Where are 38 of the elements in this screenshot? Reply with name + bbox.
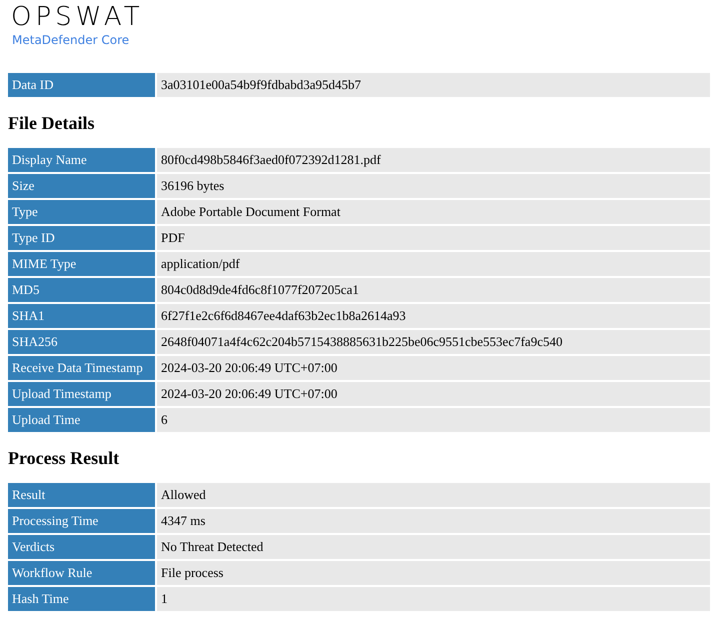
field-value-cell: 2024-03-20 20:06:49 UTC+07:00 — [157, 382, 710, 406]
field-value-cell: File process — [157, 561, 710, 585]
field-value-cell: 4347 ms — [157, 509, 710, 533]
field-value-cell: application/pdf — [157, 252, 710, 276]
field-label-cell: Type ID — [8, 226, 155, 250]
field-label-cell: SHA1 — [8, 304, 155, 328]
field-value-cell: Allowed — [157, 483, 710, 507]
field-value-cell: 2648f04071a4f4c62c204b5715438885631b225be06c9551cbe553ec7fa9c540 — [157, 330, 710, 354]
logo: OPSWAT — [11, 3, 144, 31]
field-label-cell: Type — [8, 200, 155, 224]
field-label-cell: Result — [8, 483, 155, 507]
field-value-cell: 36196 bytes — [157, 174, 710, 198]
field-label-cell: MIME Type — [8, 252, 155, 276]
section-heading: Process Result — [8, 447, 120, 470]
field-label-cell: Upload Timestamp — [8, 382, 155, 406]
product-name: MetaDefender Core — [12, 33, 130, 47]
field-value-cell: 804c0d8d9de4fd6c8f1077f207205ca1 — [157, 278, 710, 302]
field-value-cell: No Threat Detected — [157, 535, 710, 559]
field-value-cell: 3a03101e00a54b9f9fdbabd3a95d45b7 — [157, 73, 710, 97]
field-label-cell: Processing Time — [8, 509, 155, 533]
field-value-cell: 6 — [157, 408, 710, 432]
field-label-cell: Data ID — [8, 73, 155, 97]
field-label-cell: Upload Time — [8, 408, 155, 432]
field-value-cell: Adobe Portable Document Format — [157, 200, 710, 224]
field-value-cell: 1 — [157, 587, 710, 611]
field-value-cell: 6f27f1e2c6f6d8467ee4daf63b2ec1b8a2614a93 — [157, 304, 710, 328]
field-value-cell: PDF — [157, 226, 710, 250]
field-label-cell: Hash Time — [8, 587, 155, 611]
field-label-cell: Workflow Rule — [8, 561, 155, 585]
field-label-cell: Receive Data Timestamp — [8, 356, 155, 380]
field-label-cell: MD5 — [8, 278, 155, 302]
field-value-cell: 80f0cd498b5846f3aed0f072392d1281.pdf — [157, 148, 710, 172]
field-label-cell: SHA256 — [8, 330, 155, 354]
field-value-cell: 2024-03-20 20:06:49 UTC+07:00 — [157, 356, 710, 380]
section-heading: File Details — [8, 112, 94, 135]
field-label-cell: Display Name — [8, 148, 155, 172]
field-label-cell: Verdicts — [8, 535, 155, 559]
field-label-cell: Size — [8, 174, 155, 198]
